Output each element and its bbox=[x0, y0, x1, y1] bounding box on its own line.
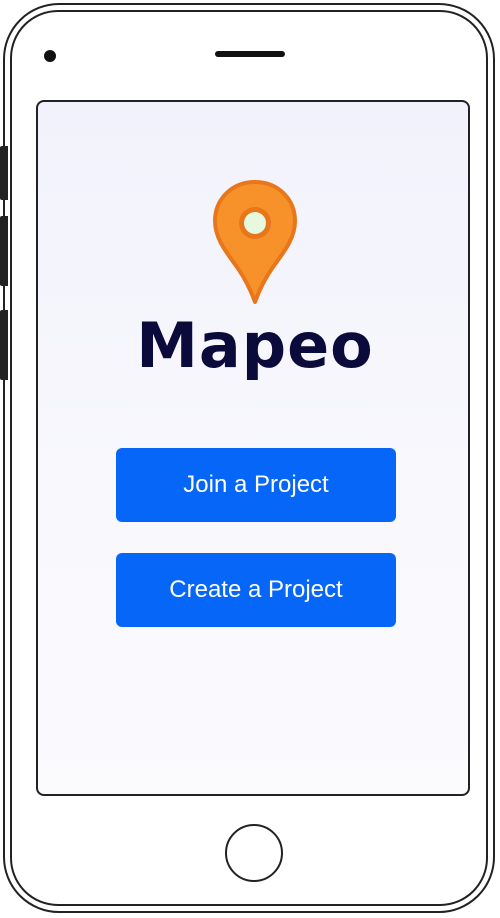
create-project-button[interactable]: Create a Project bbox=[116, 553, 396, 627]
front-camera bbox=[44, 50, 56, 62]
map-pin-icon bbox=[213, 180, 297, 304]
mute-switch bbox=[0, 146, 8, 200]
screen: Mapeo Join a Project Create a Project bbox=[36, 100, 470, 796]
join-project-label: Join a Project bbox=[183, 471, 329, 498]
earpiece-speaker bbox=[215, 51, 285, 57]
app-title: Mapeo bbox=[136, 309, 374, 382]
join-project-button[interactable]: Join a Project bbox=[116, 448, 396, 522]
create-project-label: Create a Project bbox=[169, 576, 343, 603]
volume-down-button bbox=[0, 310, 8, 380]
volume-up-button bbox=[0, 216, 8, 286]
home-button[interactable] bbox=[225, 824, 283, 882]
